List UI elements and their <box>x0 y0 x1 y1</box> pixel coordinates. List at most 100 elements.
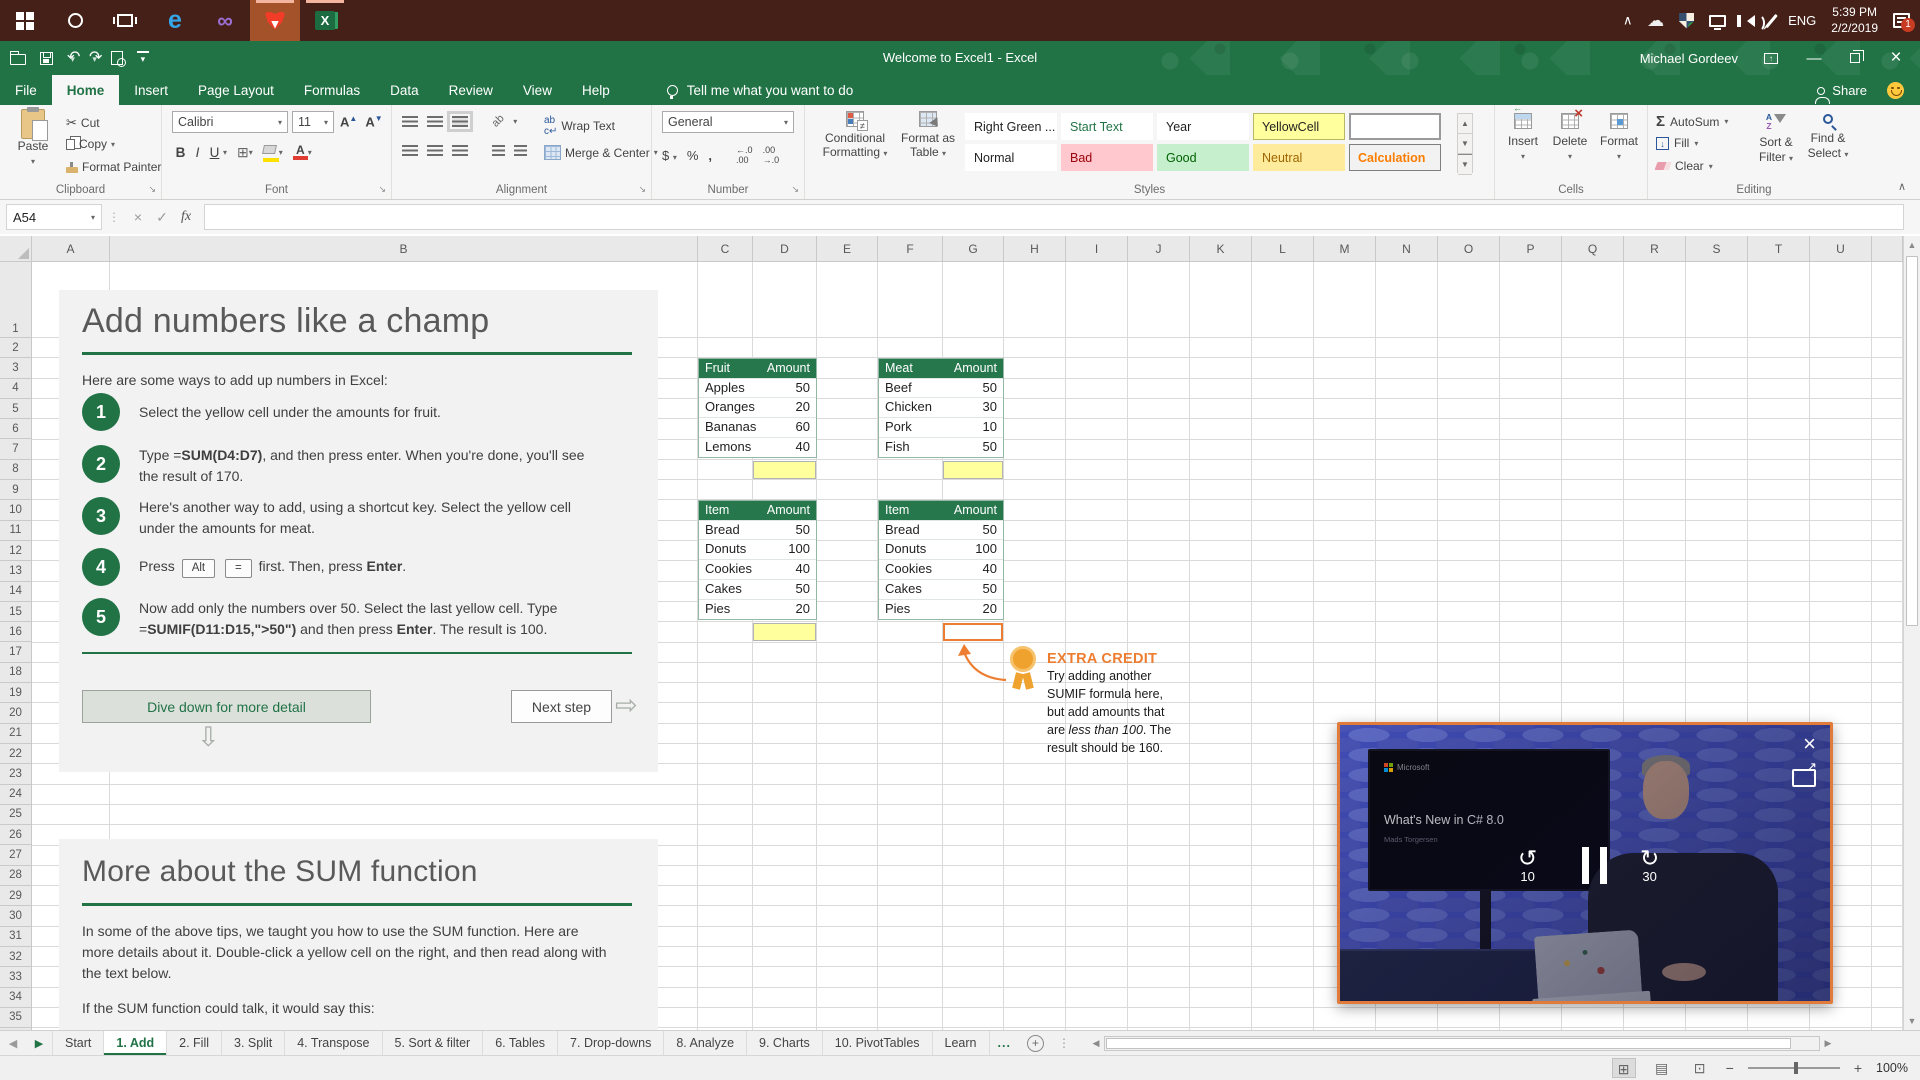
cut-button[interactable]: ✂Cut <box>66 115 100 131</box>
cell-style-calculation[interactable]: Calculation <box>1349 144 1441 171</box>
dive-down-button[interactable]: Dive down for more detail <box>82 690 371 723</box>
align-left-icon[interactable] <box>402 145 418 156</box>
row-header-29[interactable]: 29 <box>0 886 31 906</box>
cell-style-right-green-[interactable]: Right Green ... <box>965 113 1057 140</box>
format-painter-button[interactable]: Format Painter <box>66 160 161 174</box>
row-header-25[interactable]: 25 <box>0 805 31 825</box>
column-header-D[interactable]: D <box>753 236 817 261</box>
styles-gallery-scrollbar[interactable]: ▲▼▼ <box>1457 113 1473 173</box>
data-table-items-left[interactable]: ItemAmountBread50Donuts100Cookies40Cakes… <box>698 500 817 619</box>
zoom-slider-thumb[interactable] <box>1794 1062 1798 1074</box>
zoom-out-button[interactable]: − <box>1726 1060 1734 1076</box>
rewind-10-button[interactable]: ↺10 <box>1518 847 1537 883</box>
underline-button[interactable]: U <box>206 145 223 160</box>
row-header-4[interactable]: 4 <box>0 379 31 399</box>
column-headers[interactable]: ABCDEFGHIJKLMNOPQRSTU <box>32 236 1903 262</box>
font-name-combo[interactable]: Calibri▾ <box>172 111 288 133</box>
row-header-18[interactable]: 18 <box>0 663 31 683</box>
alignment-dialog-launcher-icon[interactable]: ↘ <box>638 184 646 195</box>
tell-me-box[interactable]: Tell me what you want to do <box>667 75 854 105</box>
worksheet[interactable]: Add numbers like a champ Here are some w… <box>32 262 1903 1030</box>
minimize-button[interactable]: — <box>1804 50 1824 67</box>
excel-taskbar-button[interactable]: X <box>300 0 350 41</box>
tabs-scroll-left-icon[interactable]: ◀ <box>0 1031 26 1055</box>
cell-style-year[interactable]: Year <box>1157 113 1249 140</box>
share-button[interactable]: Share <box>1817 83 1867 98</box>
collapse-ribbon-icon[interactable]: ∧ <box>1898 180 1906 193</box>
column-header-A[interactable]: A <box>32 236 110 261</box>
speaker-icon[interactable] <box>1741 15 1755 27</box>
row-header-10[interactable]: 10 <box>0 500 31 520</box>
align-right-icon[interactable] <box>452 145 468 156</box>
cell-style-bad[interactable]: Bad <box>1061 144 1153 171</box>
insert-cells-button[interactable]: Insert▾ <box>1501 109 1545 162</box>
sheet-tab-6-tables[interactable]: 6. Tables <box>483 1031 558 1055</box>
format-cells-button[interactable]: Format▾ <box>1595 109 1643 162</box>
sheet-tab-9-charts[interactable]: 9. Charts <box>747 1031 823 1055</box>
column-header-P[interactable]: P <box>1500 236 1562 261</box>
enter-entry-icon[interactable]: ✓ <box>150 209 174 226</box>
row-header-34[interactable]: 34 <box>0 988 31 1008</box>
scroll-left-icon[interactable]: ◀ <box>1088 1038 1104 1049</box>
video-popout-icon[interactable] <box>1792 769 1816 787</box>
vertical-scrollbar[interactable]: ▲ ▼ <box>1903 236 1920 1030</box>
scroll-up-icon[interactable]: ▲ <box>1904 236 1920 254</box>
row-header-6[interactable]: 6 <box>0 419 31 439</box>
row-header-32[interactable]: 32 <box>0 947 31 967</box>
fox-app-button[interactable] <box>250 0 300 41</box>
cell-style-good[interactable]: Good <box>1157 144 1249 171</box>
clipboard-dialog-launcher-icon[interactable]: ↘ <box>148 184 156 195</box>
autosum-button[interactable]: ΣAutoSum▾ <box>1656 113 1728 130</box>
page-break-view-button[interactable]: ⊡ <box>1688 1058 1712 1078</box>
restore-button[interactable] <box>1850 53 1860 63</box>
row-header-22[interactable]: 22 <box>0 744 31 764</box>
row-header-5[interactable]: 5 <box>0 399 31 419</box>
row-header-30[interactable]: 30 <box>0 906 31 926</box>
select-all-corner[interactable] <box>0 236 32 262</box>
column-header-T[interactable]: T <box>1748 236 1810 261</box>
sheet-tab-4-transpose[interactable]: 4. Transpose <box>285 1031 382 1055</box>
tray-overflow-chevron-icon[interactable]: ∨ <box>1623 13 1633 29</box>
column-header-C[interactable]: C <box>698 236 753 261</box>
page-layout-view-button[interactable]: ▤ <box>1650 1058 1674 1078</box>
row-header-27[interactable]: 27 <box>0 845 31 865</box>
sort-filter-button[interactable]: AZ Sort &Filter ▾ <box>1752 109 1800 165</box>
fill-color-button[interactable] <box>263 143 279 162</box>
cell-style-blank[interactable] <box>1349 113 1441 140</box>
find-select-button[interactable]: Find &Select ▾ <box>1804 109 1852 161</box>
column-header-partial[interactable] <box>1872 236 1903 261</box>
increase-decimal-icon[interactable]: ←.0.00 <box>736 145 753 165</box>
normal-view-button[interactable]: ⊞ <box>1612 1058 1636 1078</box>
align-center-icon[interactable] <box>427 145 443 156</box>
row-header-1[interactable]: 1 <box>0 262 31 338</box>
column-header-Q[interactable]: Q <box>1562 236 1624 261</box>
row-header-14[interactable]: 14 <box>0 582 31 602</box>
sheet-tab-learn[interactable]: Learn <box>933 1031 990 1055</box>
row-header-11[interactable]: 11 <box>0 521 31 541</box>
font-size-combo[interactable]: 11▾ <box>292 111 334 133</box>
sheet-tab-1-add[interactable]: 1. Add <box>104 1031 167 1055</box>
column-header-G[interactable]: G <box>943 236 1004 261</box>
sheet-tab-5-sort-filter[interactable]: 5. Sort & filter <box>383 1031 484 1055</box>
column-header-U[interactable]: U <box>1810 236 1872 261</box>
increase-indent-icon[interactable] <box>514 145 527 156</box>
decrease-decimal-icon[interactable]: .00→.0 <box>763 145 780 165</box>
row-header-16[interactable]: 16 <box>0 622 31 642</box>
underline-caret[interactable]: ▾ <box>223 148 227 157</box>
percent-format-icon[interactable]: % <box>687 148 699 163</box>
visual-studio-button[interactable]: ∞ <box>200 0 250 41</box>
column-header-L[interactable]: L <box>1252 236 1314 261</box>
row-headers[interactable]: 1234567891011121314151617181920212223242… <box>0 262 32 1030</box>
zoom-slider[interactable] <box>1748 1067 1840 1069</box>
delete-cells-button[interactable]: Delete▾ <box>1547 109 1593 162</box>
zoom-in-button[interactable]: + <box>1854 1060 1862 1076</box>
borders-icon[interactable]: ⊞ <box>237 144 249 161</box>
new-sheet-button[interactable]: + <box>1027 1035 1044 1052</box>
column-header-M[interactable]: M <box>1314 236 1376 261</box>
ribbon-tab-page-layout[interactable]: Page Layout <box>183 75 289 105</box>
sheet-tab-7-drop-downs[interactable]: 7. Drop-downs <box>558 1031 664 1055</box>
row-header-2[interactable]: 2 <box>0 338 31 358</box>
align-bottom-icon[interactable] <box>452 116 468 127</box>
row-header-21[interactable]: 21 <box>0 724 31 744</box>
decrease-indent-icon[interactable] <box>492 145 505 156</box>
